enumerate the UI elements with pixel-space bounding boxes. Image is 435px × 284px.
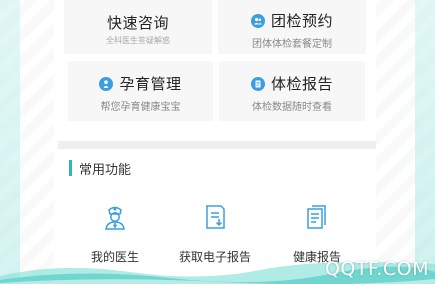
group-checkup-card[interactable]: 团检预约 团体体检套餐定制 — [218, 0, 366, 54]
card-subtitle: 体检数据随时查看 — [252, 102, 332, 113]
checkup-report-card[interactable]: 体检报告 体检数据随时查看 — [219, 61, 365, 121]
quick-consult-card[interactable]: 快速咨询 全科医生答疑解惑 — [64, 0, 212, 54]
report-icon — [250, 76, 265, 91]
doctor-icon — [105, 206, 125, 230]
card-title: 体检报告 — [270, 75, 333, 93]
card-title: 孕育管理 — [119, 75, 182, 93]
group-icon — [250, 13, 265, 28]
e-report-icon — [206, 205, 225, 229]
card-title: 团检预约 — [270, 12, 333, 30]
pregnancy-card[interactable]: 孕育管理 帮您孕育健康宝宝 — [68, 61, 213, 121]
left-decoration — [0, 0, 20, 284]
right-decoration — [415, 0, 435, 284]
card-subtitle: 全科医生答疑解惑 — [106, 36, 170, 45]
section-title: 常用功能 — [79, 163, 132, 178]
health-report-icon — [307, 205, 326, 229]
watermark: QQTF.COM — [324, 258, 429, 280]
section-accent-bar — [69, 160, 72, 176]
card-subtitle: 帮您孕育健康宝宝 — [100, 102, 181, 113]
baby-icon — [99, 76, 114, 91]
card-subtitle: 团体体检套餐定制 — [252, 39, 332, 50]
card-title: 快速咨询 — [106, 14, 169, 32]
section-divider — [58, 141, 376, 149]
